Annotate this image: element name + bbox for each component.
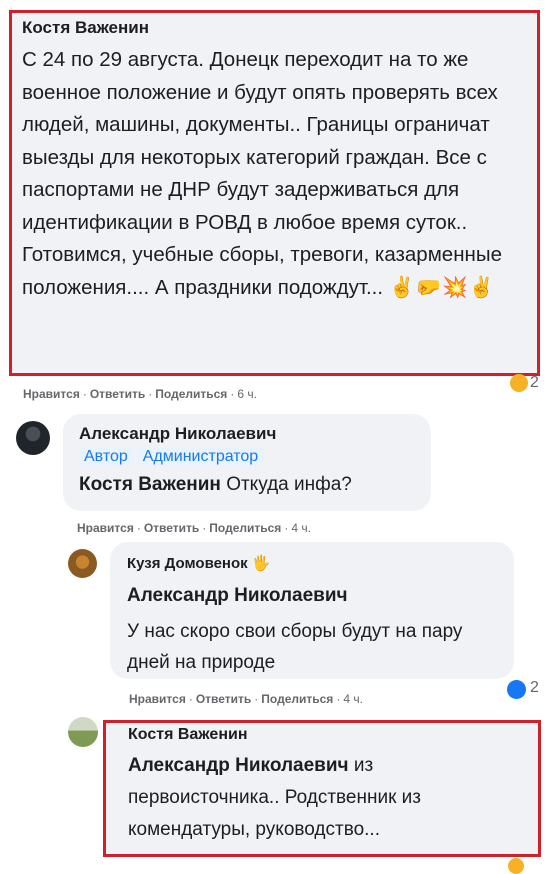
comment-author[interactable]: Костя Важенин (22, 18, 149, 38)
haha-reaction-icon[interactable] (510, 374, 528, 392)
author-badges: Автор Администратор (79, 448, 268, 466)
comment-author[interactable]: Костя Важенин (128, 726, 248, 744)
comment-author[interactable]: Александр Николаевич (79, 424, 276, 444)
mention-link[interactable]: Александр Николаевич (127, 585, 348, 607)
timestamp[interactable]: 4 ч. (291, 521, 311, 535)
author-badge: Автор (79, 448, 133, 465)
comment-actions: Нравится · Ответить · Поделиться · 6 ч. (23, 387, 257, 401)
avatar[interactable] (16, 421, 50, 455)
author-name[interactable]: Кузя Домовенок (127, 555, 248, 572)
reaction-count[interactable]: 2 (530, 679, 539, 697)
comment-body: У нас скоро свои сборы будут на пару дне… (127, 621, 463, 673)
avatar[interactable] (68, 549, 97, 578)
timestamp[interactable]: 4 ч. (343, 692, 363, 706)
like-button[interactable]: Нравится (129, 692, 186, 706)
reaction-count[interactable]: 2 (530, 374, 539, 392)
mention-link[interactable]: Александр Николаевич (128, 755, 349, 776)
share-button[interactable]: Поделиться (209, 521, 281, 535)
comment-actions: Нравится · Ответить · Поделиться · 4 ч. (129, 692, 363, 706)
like-button[interactable]: Нравится (77, 521, 134, 535)
comment-author[interactable]: Кузя Домовенок 🖐 (127, 554, 271, 572)
comment-body: С 24 по 29 августа. Донецк переходит на … (22, 48, 502, 299)
timestamp[interactable]: 6 ч. (237, 387, 257, 401)
hand-emoji-icon: 🖐 (251, 555, 271, 572)
share-button[interactable]: Поделиться (261, 692, 333, 706)
emoji-string: ✌🤛💥✌ (389, 275, 496, 299)
like-button[interactable]: Нравится (23, 387, 80, 401)
mention-link[interactable]: Костя Важенин (79, 474, 221, 495)
avatar[interactable] (68, 717, 98, 747)
reply-button[interactable]: Ответить (144, 521, 199, 535)
like-reaction-icon[interactable] (507, 680, 526, 699)
reply-button[interactable]: Ответить (90, 387, 145, 401)
comment-actions: Нравится · Ответить · Поделиться · 4 ч. (77, 521, 311, 535)
admin-badge: Администратор (137, 448, 264, 465)
comment-text: Костя Важенин Откуда инфа? (79, 474, 352, 496)
share-button[interactable]: Поделиться (155, 387, 227, 401)
comment-text: С 24 по 29 августа. Донецк переходит на … (22, 44, 537, 304)
reply-button[interactable]: Ответить (196, 692, 251, 706)
comment-body: Откуда инфа? (226, 474, 352, 495)
comment-text: Александр Николаевич из первоисточника..… (128, 750, 523, 846)
